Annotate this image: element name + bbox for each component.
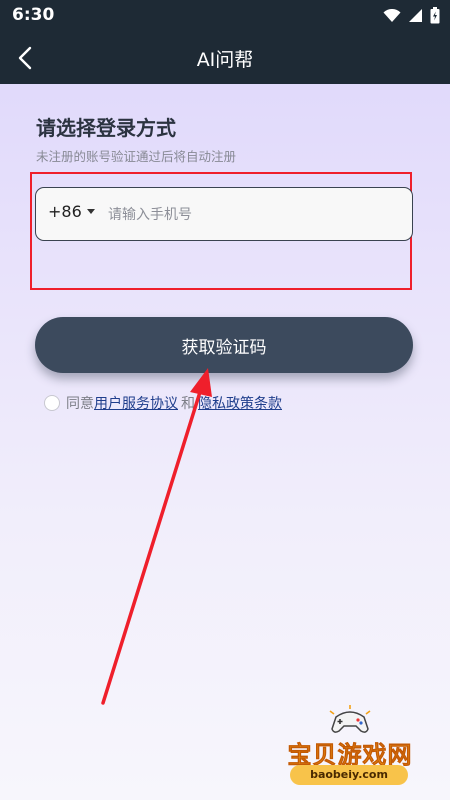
battery-icon xyxy=(430,7,440,24)
country-code-select[interactable]: +86 xyxy=(48,202,95,221)
status-time: 6:30 xyxy=(12,5,55,25)
app-bar: AI问帮 xyxy=(0,32,450,84)
status-icons xyxy=(383,7,440,24)
country-code-value: +86 xyxy=(48,202,82,221)
watermark-url: baobeiy.com xyxy=(290,765,408,785)
login-heading: 请选择登录方式 xyxy=(36,116,176,140)
agreement-row: 同意 用户服务协议 和 隐私政策条款 xyxy=(44,393,282,413)
caret-down-icon xyxy=(86,209,95,214)
phone-field: +86 xyxy=(35,187,413,241)
agree-and-text: 和 xyxy=(181,396,195,412)
user-agreement-link[interactable]: 用户服务协议 xyxy=(94,393,178,413)
get-verification-code-button[interactable]: 获取验证码 xyxy=(35,317,413,373)
phone-input[interactable] xyxy=(106,200,400,230)
wifi-icon xyxy=(383,8,401,22)
privacy-policy-link[interactable]: 隐私政策条款 xyxy=(198,393,282,413)
signal-icon xyxy=(409,9,422,22)
agree-prefix-text: 同意 xyxy=(66,396,94,412)
gamepad-icon xyxy=(329,705,371,733)
login-subheading: 未注册的账号验证通过后将自动注册 xyxy=(36,149,237,164)
agree-radio[interactable] xyxy=(44,395,60,411)
status-bar: 6:30 xyxy=(0,0,450,32)
watermark-logo: 宝贝游戏网 baobeiy.com xyxy=(270,705,430,790)
page-title: AI问帮 xyxy=(196,49,254,71)
